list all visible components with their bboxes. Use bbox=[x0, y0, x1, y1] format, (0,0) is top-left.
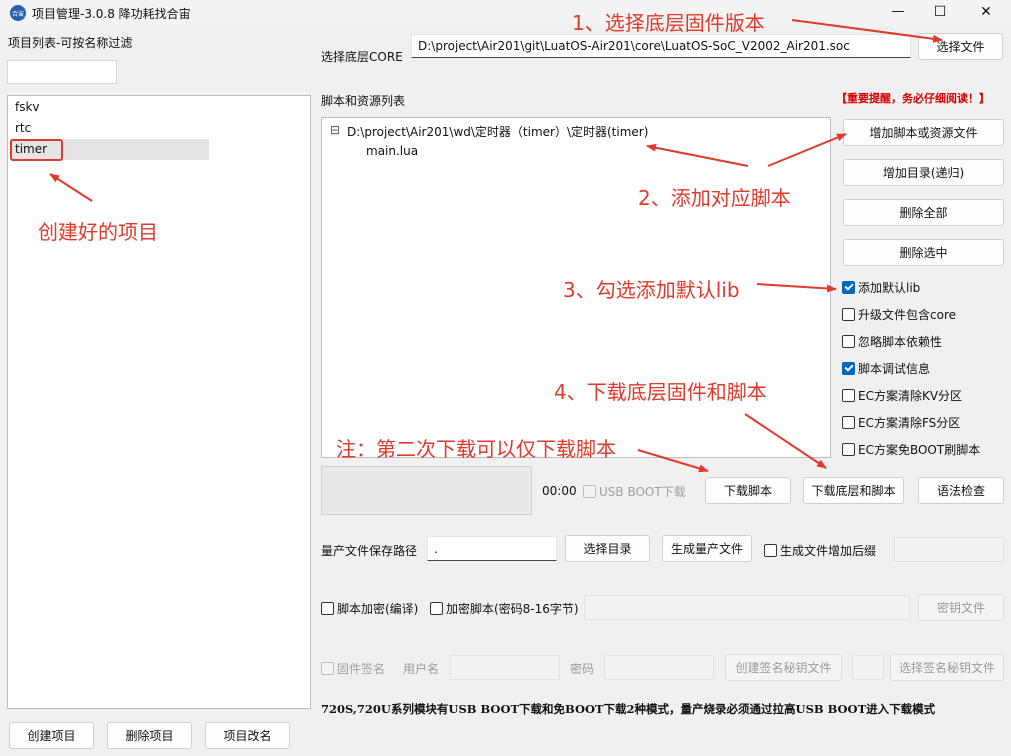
ec-clear-fs-checkbox[interactable]: EC方案清除FS分区 bbox=[842, 414, 960, 431]
upgrade-include-core-label: 升级文件包含core bbox=[858, 308, 956, 322]
annotation-step4: 4、下载底层固件和脚本 bbox=[554, 380, 767, 404]
production-path-label: 量产文件保存路径 bbox=[321, 544, 418, 558]
checkbox-icon bbox=[842, 335, 855, 348]
key-file-button[interactable]: 密钥文件 bbox=[918, 594, 1004, 621]
annotation-step1: 1、选择底层固件版本 bbox=[572, 11, 765, 35]
production-path-field[interactable]: . bbox=[427, 536, 557, 561]
download-firmware-and-script-button[interactable]: 下载底层和脚本 bbox=[803, 477, 904, 504]
download-timer: 00:00 bbox=[542, 484, 577, 498]
add-directory-button[interactable]: 增加目录(递归) bbox=[843, 159, 1004, 186]
title-bar: 合宙 项目管理-3.0.8 降功耗找合宙 — ☐ ✕ bbox=[0, 0, 1011, 26]
checkbox-icon bbox=[842, 416, 855, 429]
syntax-check-button[interactable]: 语法检查 bbox=[918, 477, 1004, 504]
usb-boot-download-checkbox[interactable]: USB BOOT下载 bbox=[583, 483, 686, 500]
project-filter-label: 项目列表-可按名称过滤 bbox=[8, 36, 133, 50]
select-directory-button[interactable]: 选择目录 bbox=[565, 535, 650, 562]
encrypt-script-checkbox[interactable]: 加密脚本(密码8-16字节) bbox=[430, 600, 579, 617]
delete-project-button[interactable]: 删除项目 bbox=[107, 722, 192, 749]
tree-root-folder[interactable]: D:\project\Air201\wd\定时器（timer）\定时器(time… bbox=[347, 123, 648, 140]
core-path-field[interactable]: D:\project\Air201\git\LuatOS-Air201\core… bbox=[411, 34, 911, 58]
tree-collapse-icon[interactable]: ⊟ bbox=[330, 123, 340, 137]
create-project-button[interactable]: 创建项目 bbox=[9, 722, 94, 749]
add-suffix-label: 生成文件增加后缀 bbox=[780, 544, 877, 558]
script-debug-info-checkbox[interactable]: 脚本调试信息 bbox=[842, 360, 930, 377]
generate-production-file-button[interactable]: 生成量产文件 bbox=[662, 535, 752, 562]
add-default-lib-checkbox[interactable]: 添加默认lib bbox=[842, 279, 920, 296]
annotation-created: 创建好的项目 bbox=[38, 220, 158, 244]
checkbox-icon bbox=[842, 389, 855, 402]
upgrade-include-core-checkbox[interactable]: 升级文件包含core bbox=[842, 306, 956, 323]
ec-clear-fs-label: EC方案清除FS分区 bbox=[858, 416, 961, 430]
script-debug-info-label: 脚本调试信息 bbox=[858, 362, 931, 376]
project-item-rtc[interactable]: rtc bbox=[15, 121, 31, 135]
minimize-icon[interactable]: — bbox=[876, 2, 920, 22]
close-icon[interactable]: ✕ bbox=[964, 2, 1008, 22]
annotation-note: 注：第二次下载可以仅下载脚本 bbox=[336, 437, 616, 461]
project-filter-input[interactable] bbox=[7, 60, 117, 84]
checkbox-icon bbox=[430, 602, 443, 615]
firmware-sign-label: 固件签名 bbox=[337, 662, 386, 676]
checkbox-icon bbox=[842, 443, 855, 456]
add-suffix-checkbox[interactable]: 生成文件增加后缀 bbox=[764, 542, 876, 559]
footer-note: 720S,720U系列模块有USB BOOT下载和免BOOT下载2种模式，量产烧… bbox=[321, 702, 936, 716]
suffix-field bbox=[894, 537, 1004, 562]
delete-all-button[interactable]: 删除全部 bbox=[843, 199, 1004, 226]
annotation-step2: 2、添加对应脚本 bbox=[638, 186, 791, 210]
important-reminder-link[interactable]: 【重要提醒，务必仔细阅读！】 bbox=[836, 90, 990, 106]
ec-no-boot-label: EC方案免BOOT刷脚本 bbox=[858, 443, 981, 457]
password-field bbox=[604, 655, 714, 680]
add-default-lib-label: 添加默认lib bbox=[858, 281, 921, 295]
core-label: 选择底层CORE bbox=[321, 50, 403, 64]
ignore-dependency-checkbox[interactable]: 忽略脚本依赖性 bbox=[842, 333, 942, 350]
scripts-label: 脚本和资源列表 bbox=[321, 94, 406, 108]
encrypt-password-field bbox=[584, 595, 910, 620]
add-script-button[interactable]: 增加脚本或资源文件 bbox=[843, 119, 1004, 146]
ec-clear-kv-label: EC方案清除KV分区 bbox=[858, 389, 963, 403]
download-script-button[interactable]: 下载脚本 bbox=[705, 477, 791, 504]
maximize-icon[interactable]: ☐ bbox=[918, 2, 962, 22]
tree-file-main-lua[interactable]: main.lua bbox=[366, 144, 418, 158]
project-item-fskv[interactable]: fskv bbox=[15, 100, 40, 114]
password-label: 密码 bbox=[570, 662, 595, 676]
rename-project-button[interactable]: 项目改名 bbox=[205, 722, 290, 749]
progress-area bbox=[321, 466, 532, 515]
encrypt-compile-checkbox[interactable]: 脚本加密(编译) bbox=[321, 600, 418, 617]
checkbox-icon bbox=[764, 544, 777, 557]
username-label: 用户名 bbox=[403, 662, 440, 676]
checkbox-checked-icon bbox=[842, 362, 855, 375]
app-logo-icon: 合宙 bbox=[10, 5, 26, 21]
usb-boot-download-label: USB BOOT下载 bbox=[599, 485, 686, 499]
checkbox-checked-icon bbox=[842, 281, 855, 294]
select-sign-key-button[interactable]: 选择签名秘钥文件 bbox=[890, 654, 1004, 681]
checkbox-icon bbox=[321, 662, 334, 675]
firmware-sign-checkbox[interactable]: 固件签名 bbox=[321, 660, 385, 677]
annotation-step3: 3、勾选添加默认lib bbox=[563, 278, 740, 302]
checkbox-icon bbox=[842, 308, 855, 321]
username-field bbox=[450, 655, 560, 680]
checkbox-icon bbox=[321, 602, 334, 615]
encrypt-script-label: 加密脚本(密码8-16字节) bbox=[446, 602, 579, 616]
highlight-timer-box bbox=[10, 139, 63, 161]
checkbox-icon bbox=[583, 485, 596, 498]
ec-clear-kv-checkbox[interactable]: EC方案清除KV分区 bbox=[842, 387, 962, 404]
encrypt-compile-label: 脚本加密(编译) bbox=[337, 602, 419, 616]
window-title: 项目管理-3.0.8 降功耗找合宙 bbox=[32, 7, 191, 21]
ec-no-boot-checkbox[interactable]: EC方案免BOOT刷脚本 bbox=[842, 441, 980, 458]
create-sign-key-button[interactable]: 创建签名秘钥文件 bbox=[725, 654, 842, 681]
sign-key-field bbox=[852, 655, 884, 680]
delete-selected-button[interactable]: 删除选中 bbox=[843, 239, 1004, 266]
project-list[interactable]: fskv rtc timer bbox=[7, 95, 311, 709]
ignore-dependency-label: 忽略脚本依赖性 bbox=[858, 335, 943, 349]
select-core-file-button[interactable]: 选择文件 bbox=[918, 33, 1003, 60]
